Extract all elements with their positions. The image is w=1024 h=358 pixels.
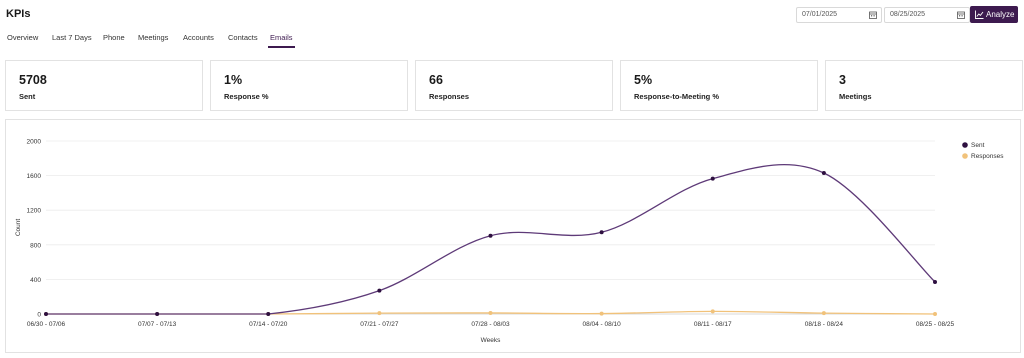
sent-data-point	[377, 288, 382, 293]
responses-data-point	[710, 309, 715, 314]
kpi-label: Response-to-Meeting %	[634, 92, 720, 101]
x-axis-title: Weeks	[481, 337, 501, 344]
sent-data-point	[933, 279, 937, 284]
end-date-value: 08/25/2025	[890, 11, 926, 18]
kpi-card-response-to-meeting: 5% Response-to-Meeting %	[620, 60, 818, 111]
page-title: KPIs	[6, 8, 31, 20]
responses-data-point	[599, 311, 604, 316]
analyze-label: Analyze	[986, 10, 1015, 19]
y-tick-label: 800	[30, 242, 41, 249]
responses-data-point	[933, 312, 937, 316]
sent-data-point	[821, 171, 826, 176]
sent-data-point	[488, 233, 493, 238]
kpi-label: Meetings	[839, 92, 872, 101]
y-axis-title: Count	[15, 219, 22, 237]
responses-legend-label: Responses	[971, 153, 1004, 160]
x-tick-label: 06/30 - 07/06	[27, 321, 66, 328]
y-tick-label: 1200	[27, 208, 42, 215]
kpi-label: Responses	[429, 92, 470, 101]
sent-legend-label: Sent	[971, 142, 985, 149]
x-tick-label: 08/11 - 08/17	[694, 321, 732, 328]
emails-chart-panel: 0 400 800 1200 1600 2000 06/30 - 07/06 07/07 - …	[5, 119, 1021, 353]
x-tick-label: 08/18 - 08/24	[805, 321, 844, 328]
x-tick-label: 07/14 - 07/20	[249, 321, 288, 328]
x-tick-label: 07/21 - 07/27	[360, 321, 399, 328]
y-tick-label: 0	[37, 312, 41, 319]
sent-data-point	[599, 230, 604, 235]
kpi-card-meetings: 3 Meetings	[825, 60, 1023, 111]
kpi-value: 5%	[634, 73, 653, 87]
y-tick-label: 400	[30, 277, 41, 284]
emails-line-chart: 0 400 800 1200 1600 2000 06/30 - 07/06 07/07 - …	[15, 139, 1004, 345]
kpi-value: 5708	[19, 73, 47, 87]
kpi-value: 3	[839, 73, 846, 87]
sent-series-line	[45, 163, 936, 315]
y-tick-label: 1600	[27, 173, 42, 180]
end-date-field[interactable]: 08/25/2025	[884, 7, 970, 23]
start-date-field[interactable]: 07/01/2025	[796, 7, 882, 23]
kpi-card-response-rate: 1% Response %	[210, 60, 408, 111]
chart-line-icon	[975, 10, 984, 19]
calendar-icon[interactable]	[869, 11, 877, 19]
x-tick-label: 08/25 - 08/25	[916, 321, 955, 328]
calendar-icon[interactable]	[957, 11, 965, 19]
start-date-value: 07/01/2025	[802, 11, 838, 18]
sent-legend-marker	[962, 142, 968, 148]
sent-data-point	[44, 312, 48, 316]
sent-data-point	[266, 312, 271, 316]
x-tick-label: 07/28 - 08/03	[471, 321, 510, 328]
y-tick-label: 2000	[27, 139, 42, 146]
analyze-button[interactable]: Analyze	[970, 6, 1018, 23]
active-tab-indicator	[268, 46, 295, 48]
x-tick-label: 07/07 - 07/13	[138, 321, 177, 328]
kpi-card-sent: 5708 Sent	[5, 60, 203, 111]
responses-data-point	[821, 311, 826, 316]
responses-legend-marker	[962, 153, 968, 159]
tab-emails[interactable]: Emails	[270, 33, 293, 42]
kpi-value: 1%	[224, 73, 243, 87]
x-tick-label: 08/04 - 08/10	[582, 321, 621, 328]
sent-data-point	[710, 176, 715, 181]
tab-meetings[interactable]: Meetings	[138, 33, 168, 42]
tab-overview[interactable]: Overview	[7, 33, 38, 42]
kpi-label: Sent	[19, 92, 36, 101]
tab-accounts[interactable]: Accounts	[183, 33, 214, 42]
tab-phone[interactable]: Phone	[103, 33, 125, 42]
kpi-label: Response %	[224, 92, 269, 101]
responses-data-point	[488, 310, 493, 315]
tab-last-7-days[interactable]: Last 7 Days	[52, 33, 92, 42]
responses-data-point	[377, 311, 382, 316]
sent-data-point	[155, 312, 160, 316]
kpi-tabs: Overview Last 7 Days Phone Meetings Acco…	[0, 33, 1024, 48]
kpi-card-responses: 66 Responses	[415, 60, 613, 111]
kpi-value: 66	[429, 73, 443, 87]
tab-contacts[interactable]: Contacts	[228, 33, 258, 42]
